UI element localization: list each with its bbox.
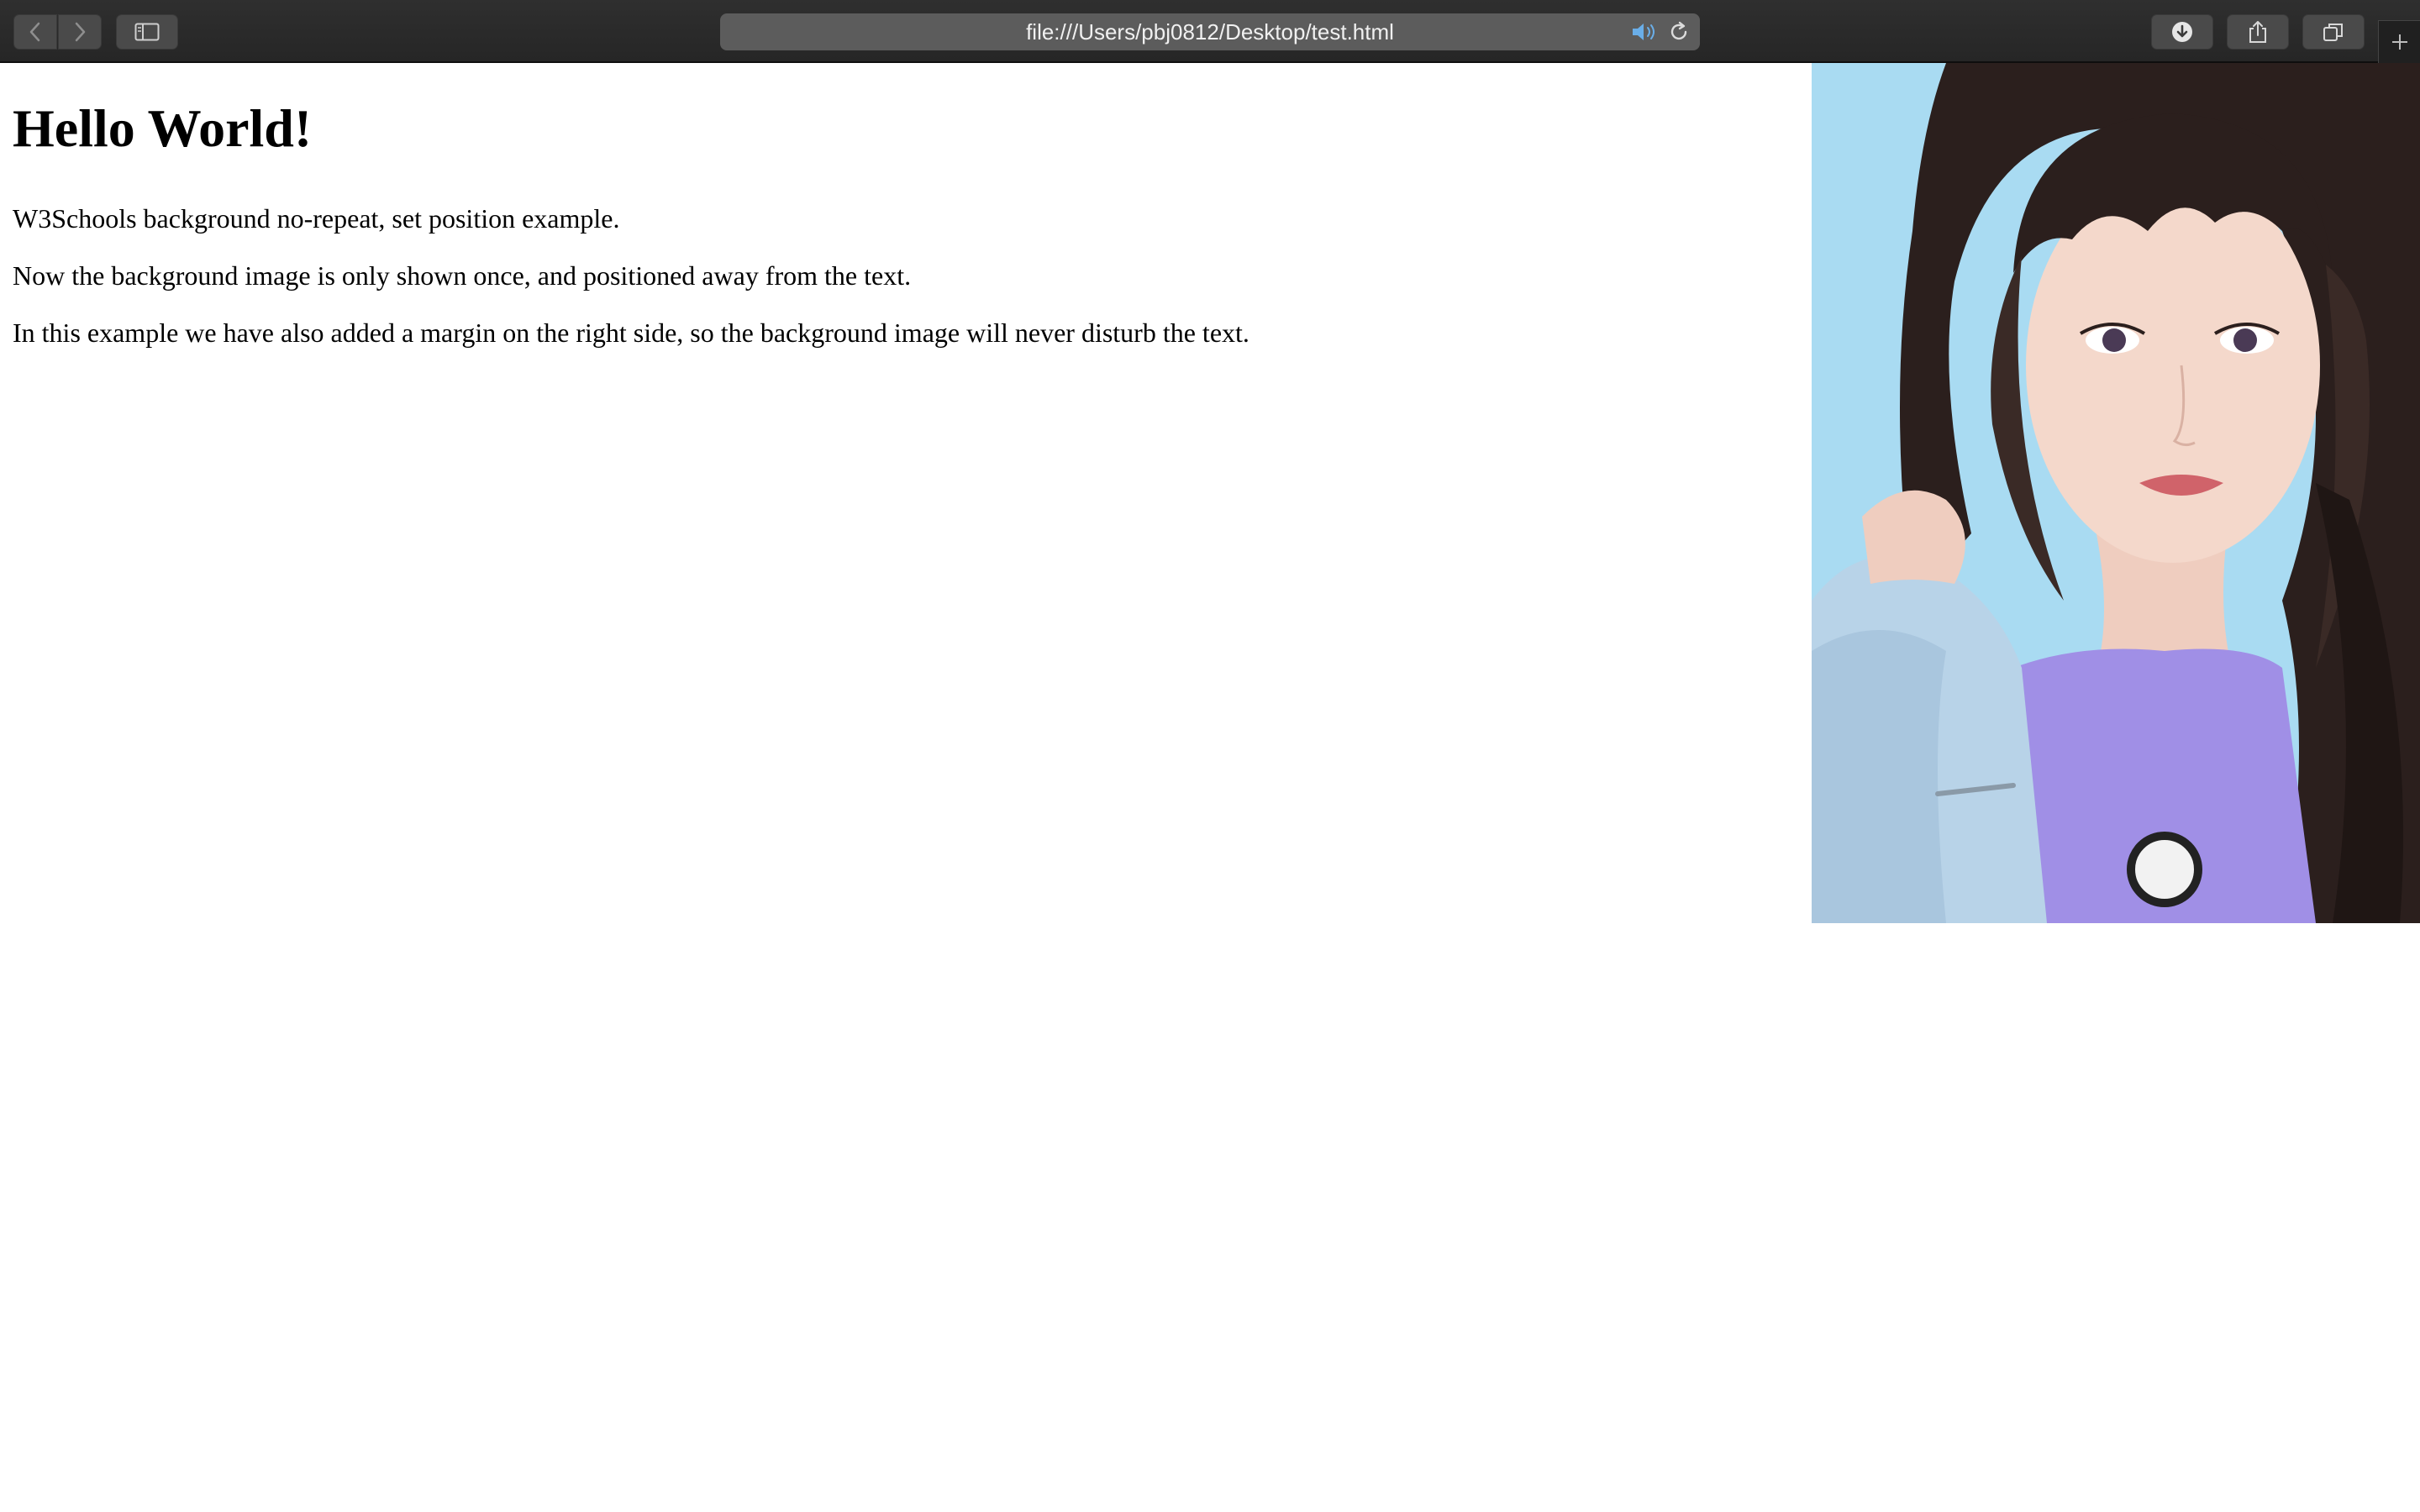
address-bar[interactable]: file:///Users/pbj0812/Desktop/test.html <box>720 13 1700 50</box>
forward-button[interactable] <box>58 14 102 50</box>
paragraph: In this example we have also added a mar… <box>13 318 1249 348</box>
paragraph: W3Schools background no-repeat, set posi… <box>13 203 620 234</box>
web-page: Hello World! W3Schools background no-rep… <box>0 63 2420 1512</box>
page-heading: Hello World! <box>13 98 313 158</box>
tab-overview-button[interactable] <box>2302 14 2365 50</box>
sidebar-button[interactable] <box>116 14 178 50</box>
chevron-right-icon <box>75 22 86 42</box>
page-content: Hello World! W3Schools background no-rep… <box>13 63 1777 350</box>
portrait-illustration <box>1812 63 2420 923</box>
speaker-icon[interactable] <box>1630 22 1660 42</box>
paragraph: Now the background image is only shown o… <box>13 260 912 291</box>
new-tab-button[interactable] <box>2378 20 2420 63</box>
reload-icon[interactable] <box>1668 21 1690 43</box>
chevron-left-icon <box>29 22 40 42</box>
background-image <box>1812 63 2420 923</box>
share-button[interactable] <box>2227 14 2289 50</box>
tab-overview-icon <box>2323 24 2343 41</box>
share-icon <box>2249 21 2266 43</box>
browser-toolbar: file:///Users/pbj0812/Desktop/test.html <box>0 0 2420 63</box>
downloads-button[interactable] <box>2151 14 2213 50</box>
plus-icon <box>2391 34 2407 50</box>
back-button[interactable] <box>13 14 57 50</box>
download-icon <box>2172 22 2192 42</box>
address-url[interactable]: file:///Users/pbj0812/Desktop/test.html <box>720 13 1700 50</box>
sidebar-icon <box>134 23 160 41</box>
